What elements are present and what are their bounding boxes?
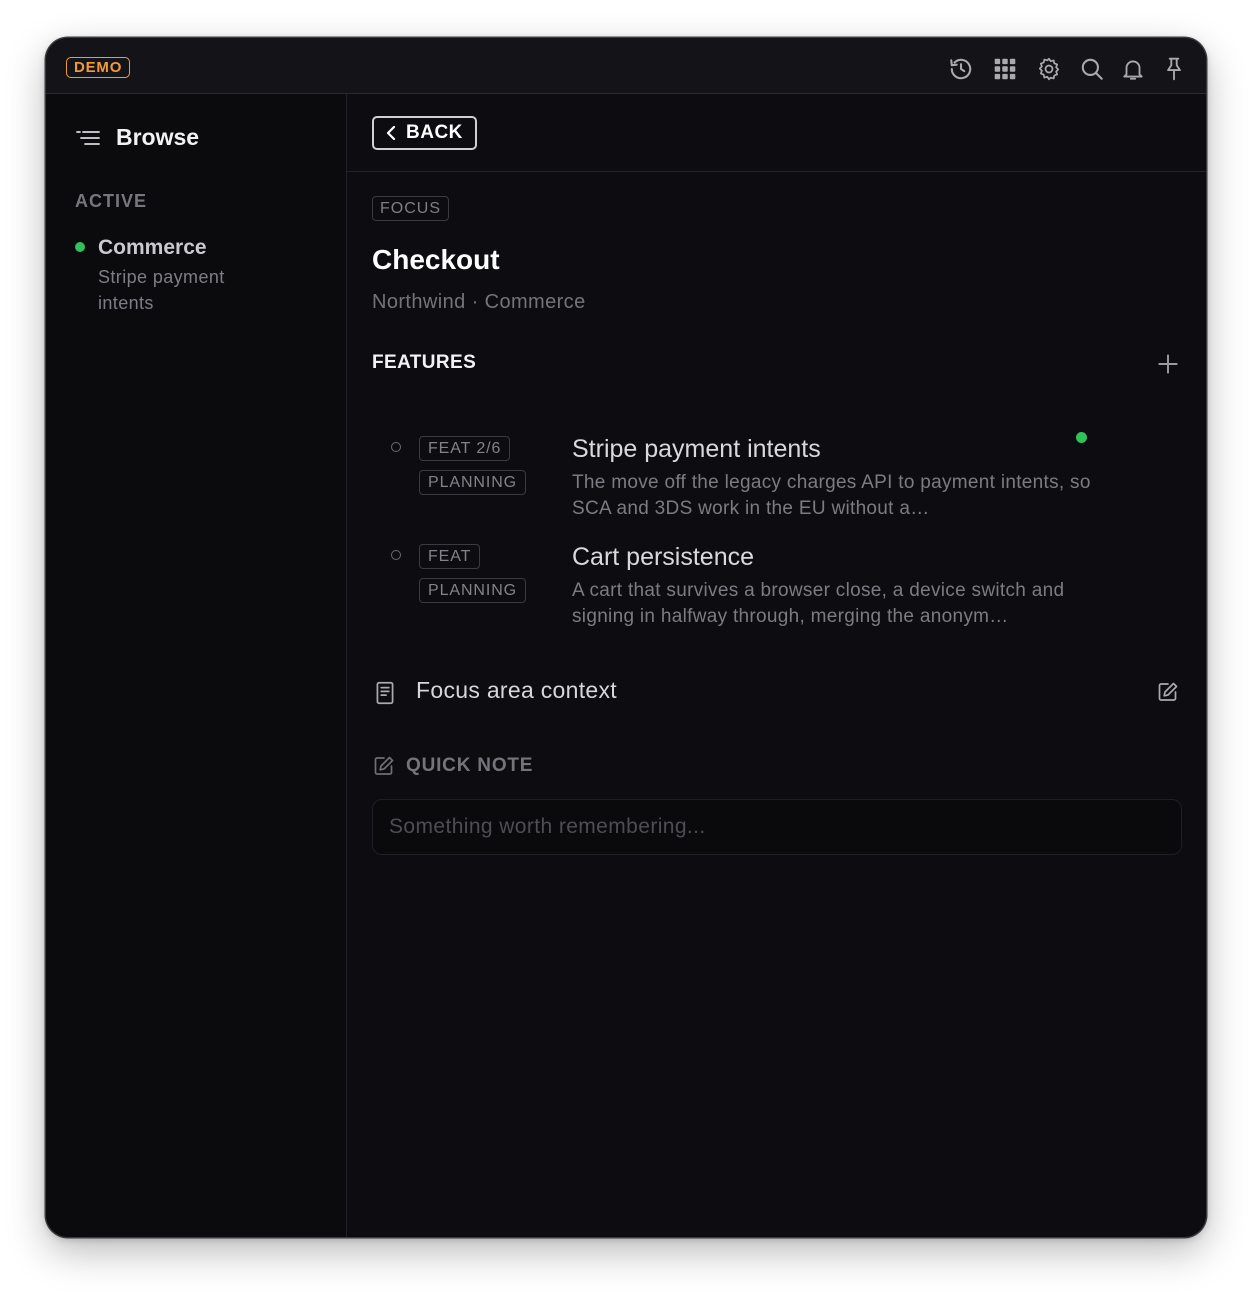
feature-status-tag: PLANNING	[419, 578, 526, 603]
demo-badge: DEMO	[66, 57, 131, 78]
sidebar: Browse ACTIVE Commerce Stripe payment in…	[46, 94, 347, 1237]
settings-gear-icon[interactable]	[1035, 55, 1063, 83]
page-title: Checkout	[372, 244, 500, 275]
quick-note-input[interactable]	[372, 799, 1182, 855]
breadcrumb: Northwind · Commerce	[372, 291, 586, 313]
feature-status-tag: PLANNING	[419, 470, 526, 495]
sidebar-item-title: Commerce	[98, 236, 207, 259]
pin-icon[interactable]	[1160, 55, 1188, 83]
feature-title: Cart persistence	[572, 543, 755, 571]
features-heading: FEATURES	[372, 352, 477, 373]
notification-bell-icon[interactable]	[1119, 55, 1147, 83]
add-feature-icon[interactable]	[1155, 351, 1181, 377]
feature-item-stripe-payment-intents[interactable]: FEAT 2/6 PLANNING Stripe payment intents…	[387, 434, 1177, 534]
document-icon	[376, 681, 394, 705]
feature-title: Stripe payment intents	[572, 435, 821, 463]
main-toolbar: BACK	[347, 94, 1206, 172]
feature-description: The move off the legacy charges API to p…	[572, 472, 1091, 519]
feature-active-dot	[1076, 432, 1087, 443]
feature-status-ring-icon	[391, 442, 401, 452]
sidebar-header[interactable]: Browse	[74, 124, 199, 151]
app-window: DEMO Browse ACTIVE Commerce Stripe payme…	[46, 38, 1206, 1237]
focus-area-context-row[interactable]: Focus area context	[372, 672, 1182, 712]
feature-tag: FEAT 2/6	[419, 436, 511, 461]
back-label: BACK	[406, 122, 463, 143]
quick-note-edit-icon	[374, 756, 394, 775]
back-button[interactable]: BACK	[372, 116, 477, 150]
search-icon[interactable]	[1078, 55, 1106, 83]
feature-tag: FEAT	[419, 544, 481, 569]
sidebar-item-commerce[interactable]: Commerce Stripe payment intents	[74, 234, 314, 316]
apps-grid-icon[interactable]	[991, 55, 1019, 83]
feature-item-cart-persistence[interactable]: FEAT PLANNING Cart persistence A cart th…	[387, 542, 1177, 642]
feature-description: A cart that survives a browser close, a …	[572, 580, 1065, 627]
quick-note-header: QUICK NOTE	[372, 754, 533, 778]
edit-icon[interactable]	[1156, 680, 1180, 704]
sidebar-item-subtitle: Stripe payment intents	[98, 267, 225, 313]
sidebar-title: Browse	[116, 124, 200, 150]
titlebar: DEMO	[46, 38, 1206, 94]
feature-status-ring-icon	[391, 550, 401, 560]
chevron-left-icon	[386, 125, 396, 141]
sidebar-section-label: ACTIVE	[75, 191, 148, 211]
focus-badge: FOCUS	[372, 196, 449, 221]
history-icon[interactable]	[947, 55, 975, 83]
main-panel: BACK FOCUS Checkout Northwind · Commerce…	[347, 94, 1206, 1237]
quick-note-label: QUICK NOTE	[406, 755, 534, 776]
menu-list-icon	[76, 130, 100, 145]
context-label: Focus area context	[416, 677, 618, 703]
active-status-dot	[75, 242, 85, 252]
